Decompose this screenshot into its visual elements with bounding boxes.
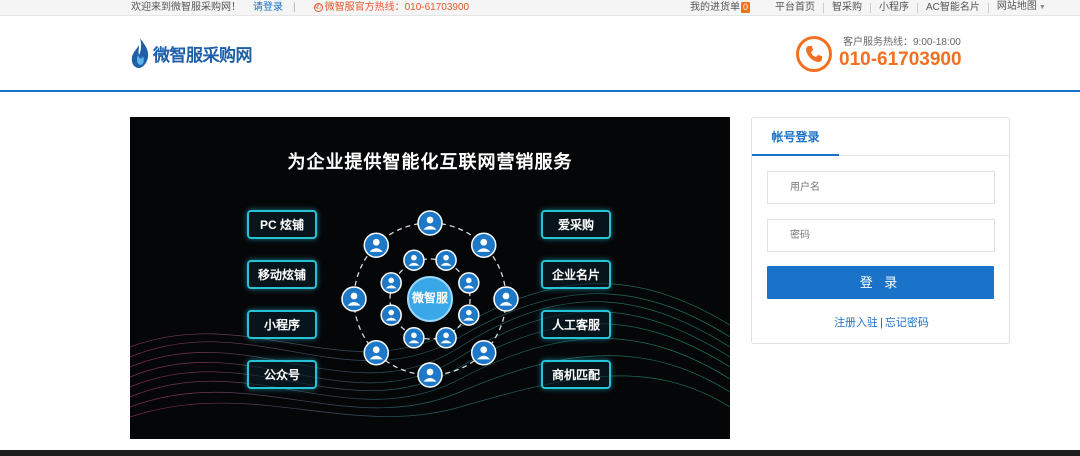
nav-ac-card[interactable]: AC智能名片 [918,2,989,13]
chevron-down-icon: ▼ [1038,4,1046,11]
nav-home[interactable]: 平台首页 [775,2,825,13]
user-node-icon [380,272,402,294]
login-tabbar: 帐号登录 [752,118,1009,156]
cart-label: 我的进货单 [690,2,740,13]
user-node-icon [341,286,367,312]
user-node-icon [435,249,457,271]
login-panel: 帐号登录 登 录 注册入驻|忘记密码 [751,117,1010,344]
cart-link[interactable]: 我的进货单 0 [690,0,751,15]
network-hub-diagram [341,210,519,388]
footer-strip [0,450,1080,456]
user-node-icon [363,339,390,366]
user-node-icon [417,210,443,236]
nav-smart-purchase[interactable]: 智采购 [824,2,872,13]
logo-text: 微智服采购网 [153,45,253,65]
password-input[interactable] [767,219,995,252]
top-bar: 欢迎来到微智服采购网！ 请登录 | ✆ 微智服官方热线：010-61703900… [0,0,1080,16]
phone-icon: ✆ [313,3,323,12]
customer-service: 客户服务热线：9:00-18:00 010-61703900 [796,36,962,72]
user-node-icon [458,304,480,326]
user-node-icon [403,327,425,349]
user-node-icon [435,327,457,349]
service-number: 010-61703900 [839,49,962,70]
user-node-icon [403,249,425,271]
user-node-icon [470,339,497,366]
user-node-icon [493,286,519,312]
top-bar-right: 我的进货单 0 平台首页 智采购 小程序 AC智能名片 网站地图 ▼ [690,0,1054,15]
service-hours: 客户服务热线：9:00-18:00 [843,37,961,48]
logo-flame-icon [131,38,149,68]
hotline: ✆ 微智服官方热线：010-61703900 [313,0,470,15]
nav-sitemap[interactable]: 网站地图 ▼ [989,2,1054,13]
hero-banner[interactable]: 为企业提供智能化互联网营销服务 PC 炫铺 移动炫铺 小程序 公众号 爱采购 企… [130,117,730,439]
user-node-icon [458,272,480,294]
hub-label: 微智服 [411,291,448,305]
username-input[interactable] [767,171,995,204]
cart-count-badge: 0 [741,2,751,13]
user-node-icon [380,304,402,326]
register-link[interactable]: 注册入驻 [834,317,878,329]
top-bar-left: 欢迎来到微智服采购网！ 请登录 | ✆ 微智服官方热线：010-61703900 [131,0,469,15]
hotline-text: 微智服官方热线：010-61703900 [324,2,470,13]
service-info: 客户服务热线：9:00-18:00 010-61703900 [839,37,962,71]
tab-account-login[interactable]: 帐号登录 [752,118,839,156]
user-node-icon [470,232,497,259]
user-node-icon [363,232,390,259]
login-links: 注册入驻 | 忘记密码 [752,314,1011,330]
site-logo[interactable]: 微智服采购网 [130,37,253,69]
nav-mini-program[interactable]: 小程序 [871,2,919,13]
links-separator: | [880,317,883,329]
login-button[interactable]: 登 录 [767,266,994,299]
divider: | [293,2,296,13]
site-header: 微智服采购网 客户服务热线：9:00-18:00 010-61703900 [0,16,1080,92]
nav-sitemap-label: 网站地图 [996,1,1037,12]
phone-icon [796,36,832,72]
user-node-icon [417,362,443,388]
forgot-password-link[interactable]: 忘记密码 [885,317,929,329]
welcome-text: 欢迎来到微智服采购网！ [131,2,241,13]
login-link[interactable]: 请登录 [253,0,283,15]
